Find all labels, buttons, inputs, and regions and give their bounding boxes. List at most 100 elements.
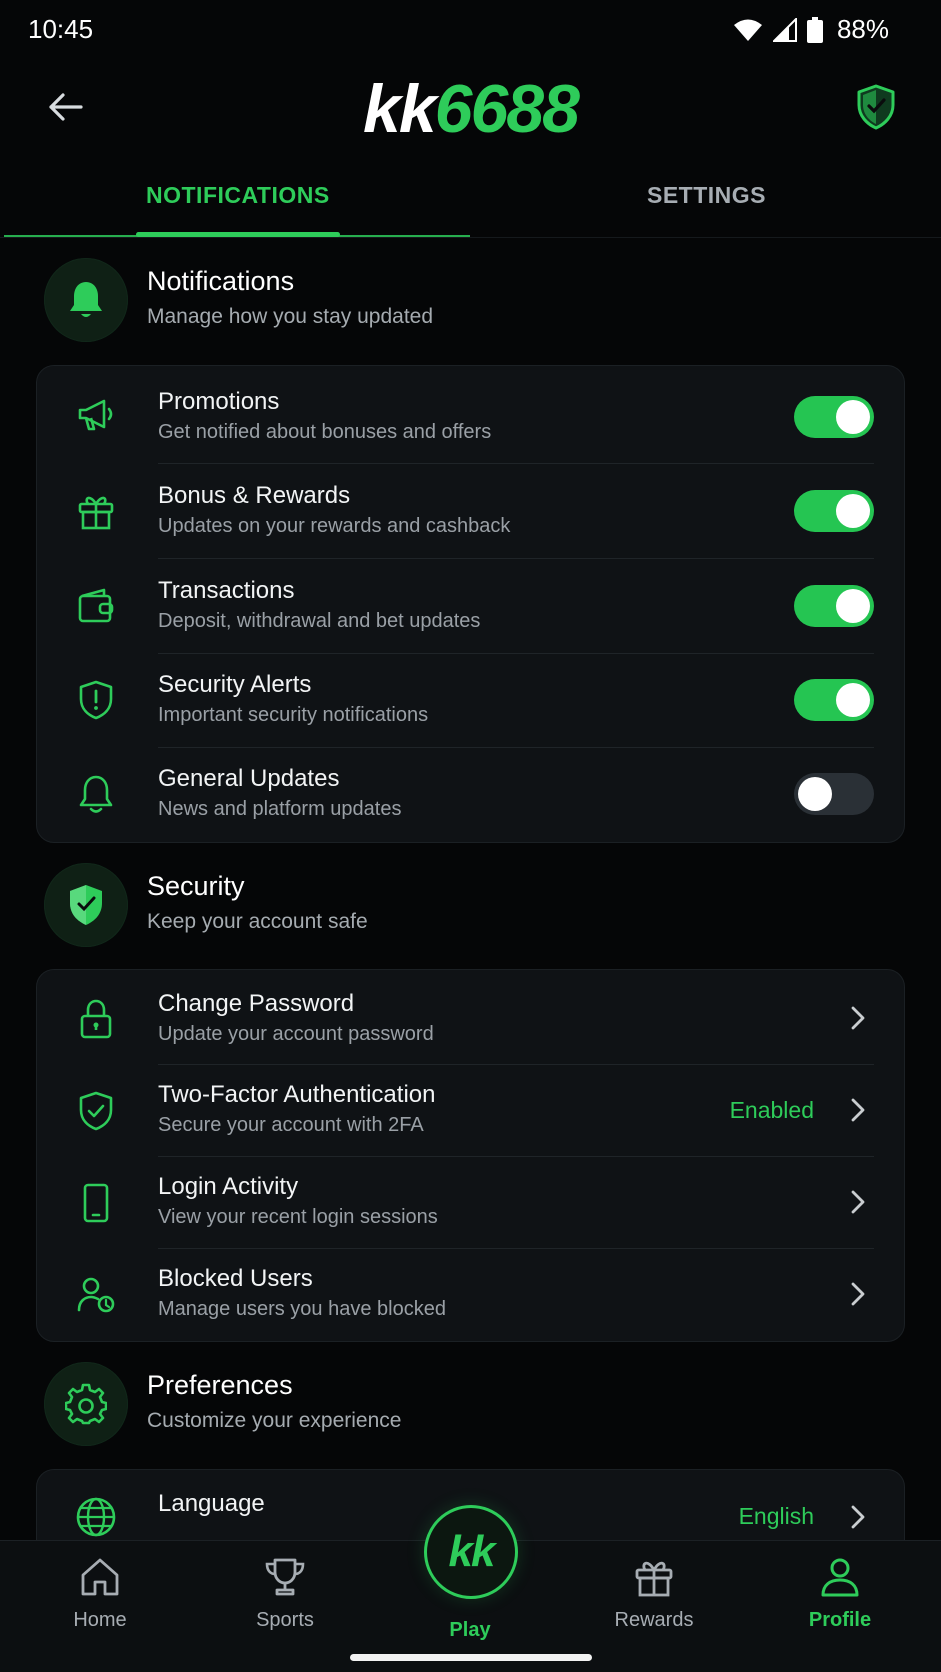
security-section-header: Security Keep your account safe	[44, 863, 904, 947]
user-icon	[780, 1553, 900, 1601]
wifi-icon	[733, 19, 762, 41]
nav-label: Play	[449, 1619, 491, 1641]
battery-percentage: 88%	[836, 14, 889, 44]
nav-label: Profile	[808, 1609, 872, 1631]
nav-rewards[interactable]: Rewards	[594, 1553, 714, 1632]
notification-row-general-updates: General Updates News and platform update…	[37, 748, 906, 844]
security-row-blocked-users[interactable]: Blocked Users Manage users you have bloc…	[37, 1249, 906, 1343]
row-subtitle: Update your account password	[158, 1023, 434, 1045]
preferences-section-header: Preferences Customize your experience	[44, 1362, 904, 1446]
nav-label: Rewards	[614, 1609, 694, 1631]
chevron-right-icon	[846, 1003, 870, 1033]
security-shield-button[interactable]	[851, 82, 901, 132]
tab-notifications[interactable]: NOTIFICATIONS	[146, 182, 330, 209]
chevron-right-icon	[846, 1187, 870, 1217]
section-subtitle: Customize your experience	[147, 1409, 402, 1432]
section-icon	[44, 258, 128, 342]
megaphone-icon	[75, 394, 117, 436]
notification-row-promotions: Promotions Get notified about bonuses an…	[37, 366, 906, 464]
toggle-knob	[836, 683, 870, 717]
row-title: Promotions	[158, 388, 280, 415]
row-subtitle: Secure your account with 2FA	[158, 1114, 424, 1136]
bottom-navigation: Home Sports kk Play Rewards Profile	[0, 1505, 941, 1672]
shield-check-icon	[70, 885, 102, 925]
general-updates-toggle[interactable]	[794, 773, 874, 815]
nav-sports[interactable]: Sports	[225, 1553, 345, 1632]
section-title: Notifications	[147, 266, 295, 296]
nav-profile[interactable]: Profile	[780, 1553, 900, 1632]
row-title: Transactions	[158, 577, 295, 604]
section-title: Security	[147, 871, 245, 901]
notifications-section-header: Notifications Manage how you stay update…	[44, 258, 904, 342]
tab-bar: NOTIFICATIONS SETTINGS	[0, 168, 941, 238]
notifications-card: Promotions Get notified about bonuses an…	[36, 365, 905, 843]
chevron-right-icon	[846, 1502, 870, 1532]
language-value: English	[738, 1503, 814, 1529]
row-title: Language	[158, 1490, 265, 1517]
notification-row-bonus-rewards: Bonus & Rewards Updates on your rewards …	[37, 464, 906, 559]
security-row-two-factor[interactable]: Two-Factor Authentication Secure your ac…	[37, 1065, 906, 1157]
promotions-toggle[interactable]	[794, 396, 874, 438]
battery-icon	[806, 16, 823, 43]
shield-check-icon	[75, 1090, 117, 1132]
section-title: Preferences	[147, 1370, 293, 1400]
row-title: Security Alerts	[158, 671, 312, 698]
nav-label: Sports	[256, 1609, 314, 1631]
row-subtitle: View your recent login sessions	[158, 1206, 438, 1228]
row-title: Blocked Users	[158, 1265, 313, 1292]
security-row-login-activity[interactable]: Login Activity View your recent login se…	[37, 1157, 906, 1249]
row-subtitle: News and platform updates	[158, 798, 402, 820]
toggle-knob	[836, 589, 870, 623]
wallet-icon	[75, 585, 117, 627]
toggle-knob	[798, 777, 832, 811]
status-icons: 88%	[733, 14, 889, 45]
notification-row-security-alerts: Security Alerts Important security notif…	[37, 654, 906, 748]
chevron-right-icon	[846, 1095, 870, 1125]
gear-icon	[65, 1383, 107, 1425]
status-bar: 10:45 88%	[0, 0, 941, 62]
home-icon	[40, 1553, 160, 1601]
nav-home[interactable]: Home	[40, 1553, 160, 1632]
row-title: Login Activity	[158, 1173, 299, 1200]
row-title: Bonus & Rewards	[158, 482, 351, 509]
kk-play-icon[interactable]: kk	[424, 1505, 518, 1599]
users-blocked-icon	[75, 1274, 117, 1316]
section-subtitle: Manage how you stay updated	[147, 305, 434, 328]
row-subtitle: Updates on your rewards and cashback	[158, 515, 511, 537]
signal-icon	[772, 17, 797, 42]
shield-check-icon	[857, 84, 895, 130]
gift-icon	[75, 490, 117, 532]
tab-settings[interactable]: SETTINGS	[647, 182, 766, 209]
tab-indicator	[136, 232, 340, 237]
row-subtitle: Get notified about bonuses and offers	[158, 421, 492, 443]
toggle-knob	[836, 494, 870, 528]
transactions-toggle[interactable]	[794, 585, 874, 627]
globe-icon	[75, 1496, 117, 1538]
security-row-change-password[interactable]: Change Password Update your account pass…	[37, 970, 906, 1065]
home-indicator[interactable]	[350, 1654, 592, 1661]
shield-alert-icon	[75, 679, 117, 721]
notification-row-transactions: Transactions Deposit, withdrawal and bet…	[37, 559, 906, 654]
brand-logo: kk6688	[363, 71, 580, 147]
bell-icon	[75, 773, 117, 815]
chevron-right-icon	[846, 1279, 870, 1309]
status-badge: Enabled	[729, 1097, 814, 1123]
gift-icon	[594, 1553, 714, 1601]
bonus-rewards-toggle[interactable]	[794, 490, 874, 532]
section-subtitle: Keep your account safe	[147, 910, 368, 933]
bell-icon	[70, 282, 102, 317]
lock-icon	[75, 998, 117, 1040]
section-icon	[44, 1362, 128, 1446]
nav-label: Home	[73, 1609, 127, 1631]
row-subtitle: Important security notifications	[158, 704, 429, 726]
phone-icon	[75, 1182, 117, 1224]
security-alerts-toggle[interactable]	[794, 679, 874, 721]
toggle-knob	[836, 400, 870, 434]
row-subtitle: Deposit, withdrawal and bet updates	[158, 610, 481, 632]
row-subtitle: Manage users you have blocked	[158, 1298, 446, 1320]
row-title: Change Password	[158, 990, 355, 1017]
status-time: 10:45	[28, 14, 94, 44]
row-title: Two-Factor Authentication	[158, 1081, 436, 1108]
trophy-icon	[225, 1553, 345, 1601]
row-title: General Updates	[158, 765, 340, 792]
